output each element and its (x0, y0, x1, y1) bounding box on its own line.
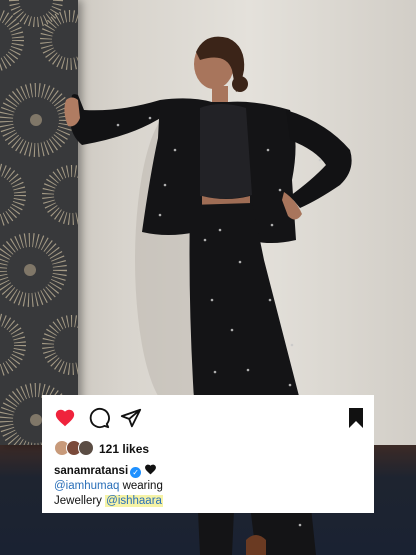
mention-link[interactable]: @iamhumaq (54, 480, 119, 492)
instagram-post-card: 121 likes sanamratansi ✓ @iamhumaq wearin… (42, 395, 374, 513)
post-caption: sanamratansi ✓ @iamhumaq wearing Jeweller… (54, 463, 364, 509)
caption-header: sanamratansi ✓ (54, 463, 364, 479)
black-heart-icon (145, 464, 157, 475)
comment-bubble-icon[interactable] (88, 407, 110, 429)
caption-text: wearing (119, 480, 163, 492)
username-link[interactable]: sanamratansi (54, 465, 128, 477)
caption-line-2: Jewellery @ishhaara (54, 494, 364, 509)
likes-summary[interactable]: 121 likes (54, 440, 354, 458)
post-actions (54, 407, 364, 429)
bookmark-icon[interactable] (348, 407, 364, 429)
verified-badge-icon: ✓ (130, 467, 142, 478)
caption-label: Jewellery (54, 495, 106, 507)
liker-avatars (54, 440, 96, 458)
avatar (78, 440, 94, 456)
paper-plane-icon[interactable] (120, 407, 142, 429)
caption-line-1: @iamhumaq wearing (54, 479, 364, 494)
tag-link[interactable]: @ishhaara (105, 495, 163, 507)
likes-count[interactable]: 121 likes (99, 442, 149, 456)
heart-icon[interactable] (54, 407, 76, 429)
